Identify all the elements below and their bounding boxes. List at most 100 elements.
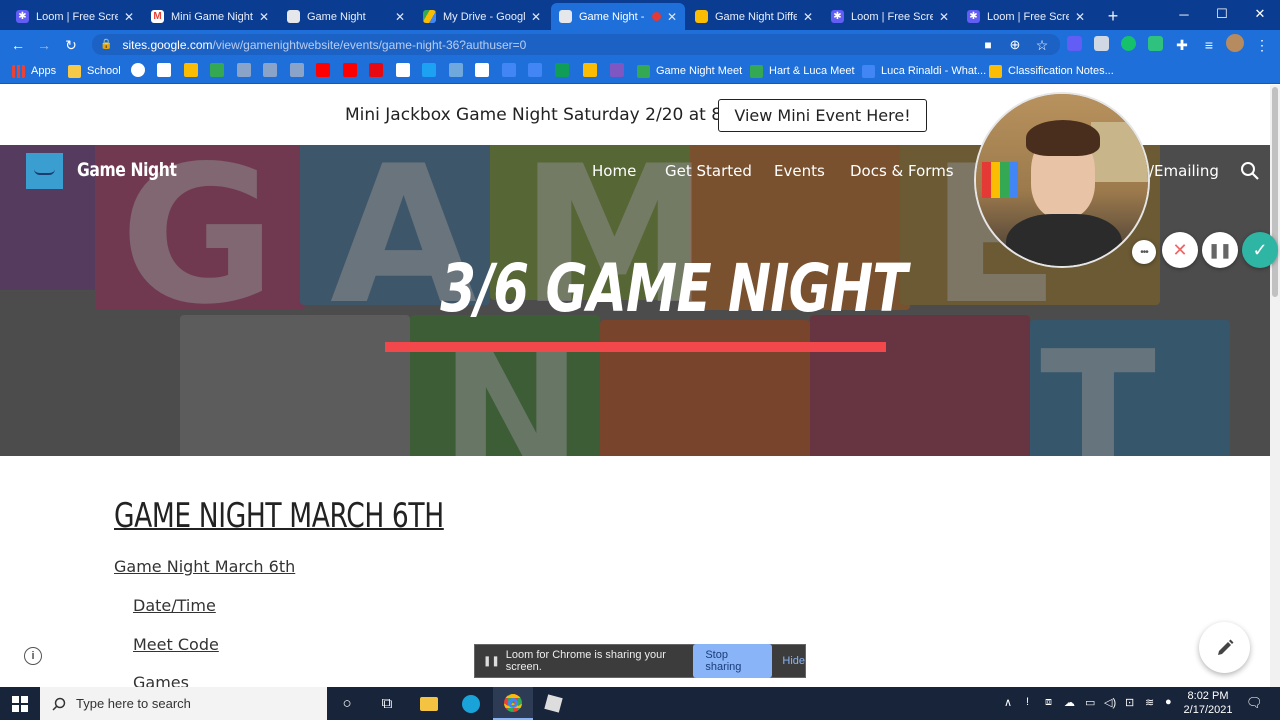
site-name[interactable]: Game Night [77,159,177,181]
profile-avatar[interactable] [1226,34,1244,52]
bookmark-luca-rinaldi[interactable]: Luca Rinaldi - What... [862,62,986,80]
nav-get-started[interactable]: Get Started [665,162,752,180]
browser-tab[interactable]: ✱ Loom | Free Screen ✕ [959,3,1093,30]
bookmark-icon[interactable] [290,63,304,77]
loom-finish-button[interactable]: ✓ [1242,232,1278,268]
slides-bookmark-icon[interactable] [583,63,597,77]
bookmark-icon[interactable] [237,63,251,77]
taskbar-clock[interactable]: 8:02 PM 2/17/2021 [1176,689,1240,717]
close-tab-icon[interactable]: ✕ [124,10,134,24]
close-tab-icon[interactable]: ✕ [259,10,269,24]
minimize-icon[interactable]: ─ [1165,0,1203,28]
search-icon[interactable] [1240,161,1260,181]
loom-more-options-button[interactable]: ••• [1132,240,1156,264]
loom-extension-icon[interactable] [1067,36,1082,51]
bookmark-icon[interactable] [449,63,463,77]
extension-icon[interactable] [1148,36,1163,51]
nav-events[interactable]: Events [774,162,825,180]
browser-tab[interactable]: Game Night Differ ✕ [687,3,821,30]
bookmark-star-icon[interactable]: ☆ [1032,35,1052,55]
extensions-puzzle-icon[interactable]: ✚ [1172,35,1192,55]
new-tab-button[interactable]: + [1100,3,1126,30]
volume-icon[interactable]: ◁) [1104,696,1116,709]
onedrive-icon[interactable]: ☁ [1064,696,1075,709]
edit-pencil-button[interactable] [1199,622,1250,673]
classroom-bookmark-icon[interactable] [184,63,198,77]
tray-overflow-icon[interactable]: ∧ [1004,696,1012,709]
view-mini-event-button[interactable]: View Mini Event Here! [718,99,927,132]
sheets-bookmark-icon[interactable] [555,63,569,77]
close-tab-icon[interactable]: ✕ [1075,10,1085,24]
grammarly-icon[interactable] [1121,36,1136,51]
back-icon[interactable]: ← [8,35,28,55]
close-window-icon[interactable]: ✕ [1241,0,1279,28]
hide-button[interactable]: Hide [782,655,805,667]
tray-icon[interactable]: ! [1026,696,1029,708]
taskbar-search-box[interactable]: Type here to search [40,687,327,720]
cortana-icon[interactable]: ○ [327,687,367,720]
bookmark-school[interactable]: School [68,62,121,80]
bookmark-game-night-meet[interactable]: Game Night Meet [637,62,742,80]
bookmark-icon[interactable] [263,63,277,77]
info-icon[interactable]: i [24,647,42,665]
bookmark-apps[interactable]: Apps [12,62,56,80]
roblox-icon[interactable] [533,687,573,720]
calendar-bookmark-icon[interactable] [475,63,489,77]
bookmark-hart-luca-meet[interactable]: Hart & Luca Meet [750,62,855,80]
close-tab-icon[interactable]: ✕ [395,10,405,24]
toc-link-date-time[interactable]: Date/Time [133,596,216,615]
chrome-icon[interactable] [493,687,533,720]
menu-kebab-icon[interactable]: ⋮ [1252,35,1272,55]
nav-emailing[interactable]: /Emailing [1149,162,1219,180]
docs-bookmark-icon[interactable] [528,63,542,77]
reload-icon[interactable]: ↻ [61,35,81,55]
toc-link-games[interactable]: Games [133,673,189,687]
tray-icon[interactable]: ⧈ [1045,696,1052,709]
nav-home[interactable]: Home [592,162,636,180]
close-tab-icon[interactable]: ✕ [803,10,813,24]
site-logo[interactable] [26,153,63,189]
stop-sharing-button[interactable]: Stop sharing [693,644,773,678]
notifications-icon[interactable]: 🗨 [1246,695,1263,711]
loom-cancel-button[interactable]: ✕ [1162,232,1198,268]
microphone-icon[interactable]: ● [1165,696,1172,708]
scrollbar-thumb[interactable] [1272,87,1278,297]
browser-tab[interactable]: My Drive - Google ✕ [415,3,549,30]
extension-icon[interactable] [1094,36,1109,51]
nav-docs-forms[interactable]: Docs & Forms [850,162,954,180]
close-tab-icon[interactable]: ✕ [531,10,541,24]
toc-link-meet-code[interactable]: Meet Code [133,635,219,654]
camera-icon[interactable]: ■ [978,35,998,55]
loom-pause-button[interactable]: ❚❚ [1202,232,1238,268]
loom-camera-bubble[interactable] [974,92,1150,268]
start-button[interactable] [0,687,40,720]
close-tab-icon[interactable]: ✕ [667,10,677,24]
netflix-bookmark-icon[interactable] [369,63,383,77]
maximize-icon[interactable]: ☐ [1203,0,1241,28]
amazon-bookmark-icon[interactable] [396,63,410,77]
youtube-bookmark-icon[interactable] [343,63,357,77]
zoom-icon[interactable]: ⊕ [1005,35,1025,55]
address-bar[interactable]: 🔒 sites.google.com/view/gamenightwebsite… [92,34,1060,55]
bookmark-icon[interactable] [502,63,516,77]
file-explorer-icon[interactable] [409,687,449,720]
globe-bookmark-icon[interactable] [131,63,145,77]
toc-link-game-night[interactable]: Game Night March 6th [114,557,295,576]
page-scrollbar[interactable] [1270,85,1280,687]
browser-tab[interactable]: Game Night ✕ [279,3,413,30]
battery-icon[interactable]: ▭ [1085,696,1095,709]
close-tab-icon[interactable]: ✕ [939,10,949,24]
browser-tab[interactable]: ✱ Loom | Free Screen ✕ [8,3,142,30]
tray-icon[interactable]: ⊡ [1125,696,1134,709]
drive-bookmark-icon[interactable] [210,63,224,77]
browser-tab[interactable]: M Mini Game Night · ✕ [143,3,277,30]
youtube-bookmark-icon[interactable] [316,63,330,77]
wifi-icon[interactable]: ≋ [1145,696,1154,709]
browser-tab[interactable]: ✱ Loom | Free Screen ✕ [823,3,957,30]
twitter-bookmark-icon[interactable] [422,63,436,77]
forms-bookmark-icon[interactable] [610,63,624,77]
gmail-bookmark-icon[interactable] [157,63,171,77]
app-icon[interactable] [451,687,491,720]
reading-list-icon[interactable]: ≡ [1199,35,1219,55]
browser-tab-active[interactable]: Game Night - ✕ [551,3,685,30]
